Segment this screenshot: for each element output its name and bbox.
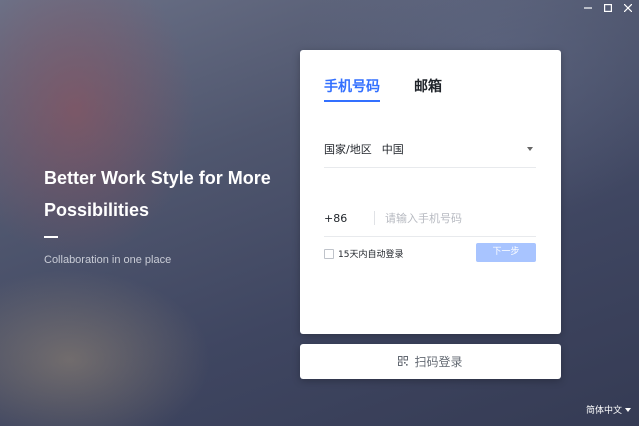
login-tabs: 手机号码 邮箱 [324, 76, 476, 102]
qr-code-icon [398, 355, 414, 369]
qr-login-button[interactable]: 扫码登录 [300, 344, 561, 379]
phone-input[interactable] [385, 211, 536, 225]
chevron-down-icon [625, 407, 631, 412]
hero-section: Better Work Style for More Possibilities… [44, 162, 284, 266]
country-selector[interactable]: 国家/地区 中国 [324, 131, 536, 168]
tab-phone[interactable]: 手机号码 [324, 76, 380, 102]
country-label: 国家/地区 [324, 143, 372, 156]
maximize-icon[interactable] [601, 2, 615, 16]
minimize-icon[interactable] [581, 2, 595, 16]
hero-subtitle: Collaboration in one place [44, 254, 172, 266]
tab-email[interactable]: 邮箱 [414, 76, 442, 102]
phone-row: +86 [324, 200, 536, 237]
close-icon[interactable] [621, 2, 635, 16]
qr-login-label: 扫码登录 [414, 355, 463, 369]
hero-title: Better Work Style for More Possibilities [44, 168, 271, 220]
country-value[interactable]: 中国 [382, 141, 527, 157]
dial-code[interactable]: +86 [324, 212, 374, 225]
next-button[interactable]: 下一步 [476, 243, 536, 262]
auto-login-checkbox[interactable]: 15天内自动登录 [324, 247, 403, 260]
language-label: 简体中文 [585, 406, 622, 416]
checkbox[interactable] [324, 248, 334, 259]
chevron-down-icon[interactable] [527, 147, 533, 151]
language-selector[interactable]: 简体中文 [586, 403, 631, 416]
login-card: 手机号码 邮箱 国家/地区 中国 +86 15天内自动登录 下一步 [300, 50, 561, 334]
auto-login-label: 15天内自动登录 [338, 250, 404, 260]
window-controls [581, 2, 635, 16]
divider [374, 211, 375, 225]
hero-divider [44, 236, 58, 238]
